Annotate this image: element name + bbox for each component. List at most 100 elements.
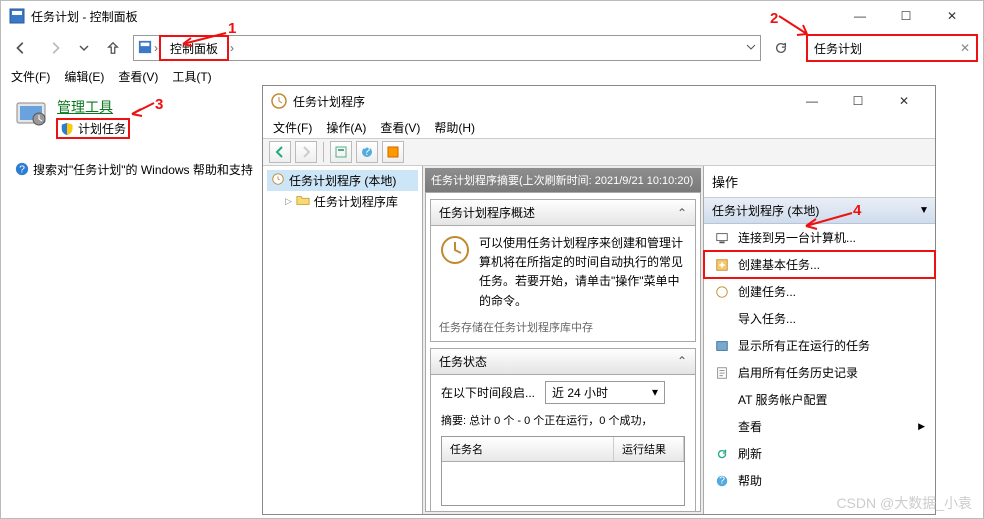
submenu-icon: ▶ xyxy=(918,421,925,432)
task-list[interactable]: 任务名 运行结果 xyxy=(441,436,685,506)
scheduled-tasks-label: 计划任务 xyxy=(78,120,126,137)
col-run-result[interactable]: 运行结果 xyxy=(614,437,684,461)
clock-icon xyxy=(271,172,285,189)
clear-search-icon[interactable]: ✕ xyxy=(960,41,970,55)
help-link-label: 搜索对"任务计划"的 Windows 帮助和支持 xyxy=(33,161,253,178)
ts-menu-file[interactable]: 文件(F) xyxy=(267,117,318,138)
cp-title: 任务计划 - 控制面板 xyxy=(31,8,837,25)
ts-close-button[interactable]: ✕ xyxy=(881,86,927,116)
ts-middle-panel: 任务计划程序摘要(上次刷新时间: 2021/9/21 10:10:20) 任务计… xyxy=(423,166,703,514)
action-create-basic-task[interactable]: 创建基本任务... xyxy=(704,251,935,278)
ts-menu-help[interactable]: 帮助(H) xyxy=(428,117,481,138)
forward-button[interactable] xyxy=(41,34,69,62)
menu-file[interactable]: 文件(F) xyxy=(5,66,56,87)
scheduled-tasks-link[interactable]: 计划任务 xyxy=(57,119,129,138)
admin-tools-link[interactable]: 管理工具 xyxy=(57,99,113,115)
toolbar-help-button[interactable]: ? xyxy=(356,141,378,163)
status-period-label: 在以下时间段启... xyxy=(441,384,535,401)
overview-body-text: 可以使用任务计划程序来创建和管理计算机将在所指定的时间自动执行的常见任务。若要开… xyxy=(479,234,687,311)
action-create-label: 创建任务... xyxy=(738,283,796,300)
overview-header[interactable]: 任务计划程序概述 ⌃ xyxy=(431,200,695,226)
status-summary-text: 摘要: 总计 0 个 - 0 个正在运行，0 个成功， xyxy=(431,410,695,430)
actions-title: 操作 xyxy=(704,166,935,198)
action-help-label: 帮助 xyxy=(738,472,762,489)
toolbar-forward-button[interactable] xyxy=(295,141,317,163)
ts-toolbar: ? xyxy=(263,138,935,166)
address-dropdown-icon[interactable] xyxy=(746,41,756,55)
collapse-icon: ▴ xyxy=(921,204,927,218)
tree-root-label: 任务计划程序 (本地) xyxy=(289,172,396,189)
refresh-address-button[interactable] xyxy=(767,34,795,62)
admin-tools-icon xyxy=(15,97,47,129)
view-icon xyxy=(714,419,730,435)
control-panel-small-icon xyxy=(138,40,152,57)
cp-menubar: 文件(F) 编辑(E) 查看(V) 工具(T) xyxy=(1,65,983,87)
summary-title: 任务计划程序摘要(上次刷新时间: 2021/9/21 10:10:20) xyxy=(425,168,701,192)
status-heading-label: 任务状态 xyxy=(439,353,487,370)
ts-title: 任务计划程序 xyxy=(293,93,789,110)
action-create-task[interactable]: 创建任务... xyxy=(704,278,935,305)
maximize-button[interactable]: ☐ xyxy=(883,1,929,31)
task-scheduler-window: 任务计划程序 — ☐ ✕ 文件(F) 操作(A) 查看(V) 帮助(H) ? 任… xyxy=(262,85,936,515)
status-header[interactable]: 任务状态 ⌃ xyxy=(431,349,695,375)
history-icon xyxy=(714,365,730,381)
cp-navbar: › 控制面板 › 任务计划 ✕ xyxy=(1,31,983,65)
task-scheduler-icon xyxy=(271,93,287,109)
menu-view[interactable]: 查看(V) xyxy=(112,66,164,87)
tree-root-node[interactable]: 任务计划程序 (本地) xyxy=(267,170,418,191)
menu-tools[interactable]: 工具(T) xyxy=(166,66,217,87)
toolbar-properties-button[interactable] xyxy=(330,141,352,163)
close-button[interactable]: ✕ xyxy=(929,1,975,31)
ts-maximize-button[interactable]: ☐ xyxy=(835,86,881,116)
running-icon xyxy=(714,338,730,354)
breadcrumb-chevron-icon: › xyxy=(152,41,160,55)
ts-titlebar: 任务计划程序 — ☐ ✕ xyxy=(263,86,935,116)
ts-minimize-button[interactable]: — xyxy=(789,86,835,116)
action-enable-history[interactable]: 启用所有任务历史记录 xyxy=(704,359,935,386)
overview-panel: 任务计划程序概述 ⌃ 可以使用任务计划程序来创建和管理计算机将在所指定的时间自动… xyxy=(430,199,696,342)
status-period-combo[interactable]: 近 24 小时 ▾ xyxy=(545,381,665,404)
tree-library-node[interactable]: ▷ 任务计划程序库 xyxy=(267,191,418,212)
overview-heading-label: 任务计划程序概述 xyxy=(439,204,535,221)
help-icon: ? xyxy=(15,162,29,176)
action-view[interactable]: 查看▶ xyxy=(704,413,935,440)
back-button[interactable] xyxy=(7,34,35,62)
task-list-header: 任务名 运行结果 xyxy=(442,437,684,462)
task-icon xyxy=(714,284,730,300)
search-input[interactable]: 任务计划 ✕ xyxy=(807,35,977,61)
config-icon xyxy=(714,392,730,408)
ts-menu-action[interactable]: 操作(A) xyxy=(320,117,372,138)
tree-library-label: 任务计划程序库 xyxy=(314,193,398,210)
annotation-3: 3 xyxy=(155,96,163,113)
action-refresh[interactable]: 刷新 xyxy=(704,440,935,467)
col-task-name[interactable]: 任务名 xyxy=(442,437,614,461)
up-button[interactable] xyxy=(99,34,127,62)
action-import-task[interactable]: 导入任务... xyxy=(704,305,935,332)
computer-icon xyxy=(714,230,730,246)
recent-dropdown[interactable] xyxy=(75,34,93,62)
collapse-icon: ⌃ xyxy=(677,206,687,220)
cp-window-buttons: — ☐ ✕ xyxy=(837,1,975,31)
action-show-running-label: 显示所有正在运行的任务 xyxy=(738,337,870,354)
control-panel-icon xyxy=(9,8,25,24)
watermark: CSDN @大数据_小袁 xyxy=(836,493,972,513)
toolbar-back-button[interactable] xyxy=(269,141,291,163)
menu-edit[interactable]: 编辑(E) xyxy=(58,66,110,87)
action-at-label: AT 服务帐户配置 xyxy=(738,391,828,408)
search-text: 任务计划 xyxy=(814,40,862,57)
ts-menubar: 文件(F) 操作(A) 查看(V) 帮助(H) xyxy=(263,116,935,138)
arrow-4-icon xyxy=(800,210,855,232)
folder-icon xyxy=(296,193,310,210)
minimize-button[interactable]: — xyxy=(837,1,883,31)
expand-icon[interactable]: ▷ xyxy=(285,196,292,207)
ts-menu-view[interactable]: 查看(V) xyxy=(374,117,426,138)
svg-text:?: ? xyxy=(719,474,725,486)
windows-help-link[interactable]: ? 搜索对"任务计划"的 Windows 帮助和支持 xyxy=(15,161,253,178)
action-show-running[interactable]: 显示所有正在运行的任务 xyxy=(704,332,935,359)
toolbar-view-button[interactable] xyxy=(382,141,404,163)
cp-titlebar: 任务计划 - 控制面板 — ☐ ✕ xyxy=(1,1,983,31)
arrow-2-icon xyxy=(777,14,817,38)
action-help[interactable]: ? 帮助 xyxy=(704,467,935,494)
action-at-config[interactable]: AT 服务帐户配置 xyxy=(704,386,935,413)
shield-icon xyxy=(60,122,74,136)
